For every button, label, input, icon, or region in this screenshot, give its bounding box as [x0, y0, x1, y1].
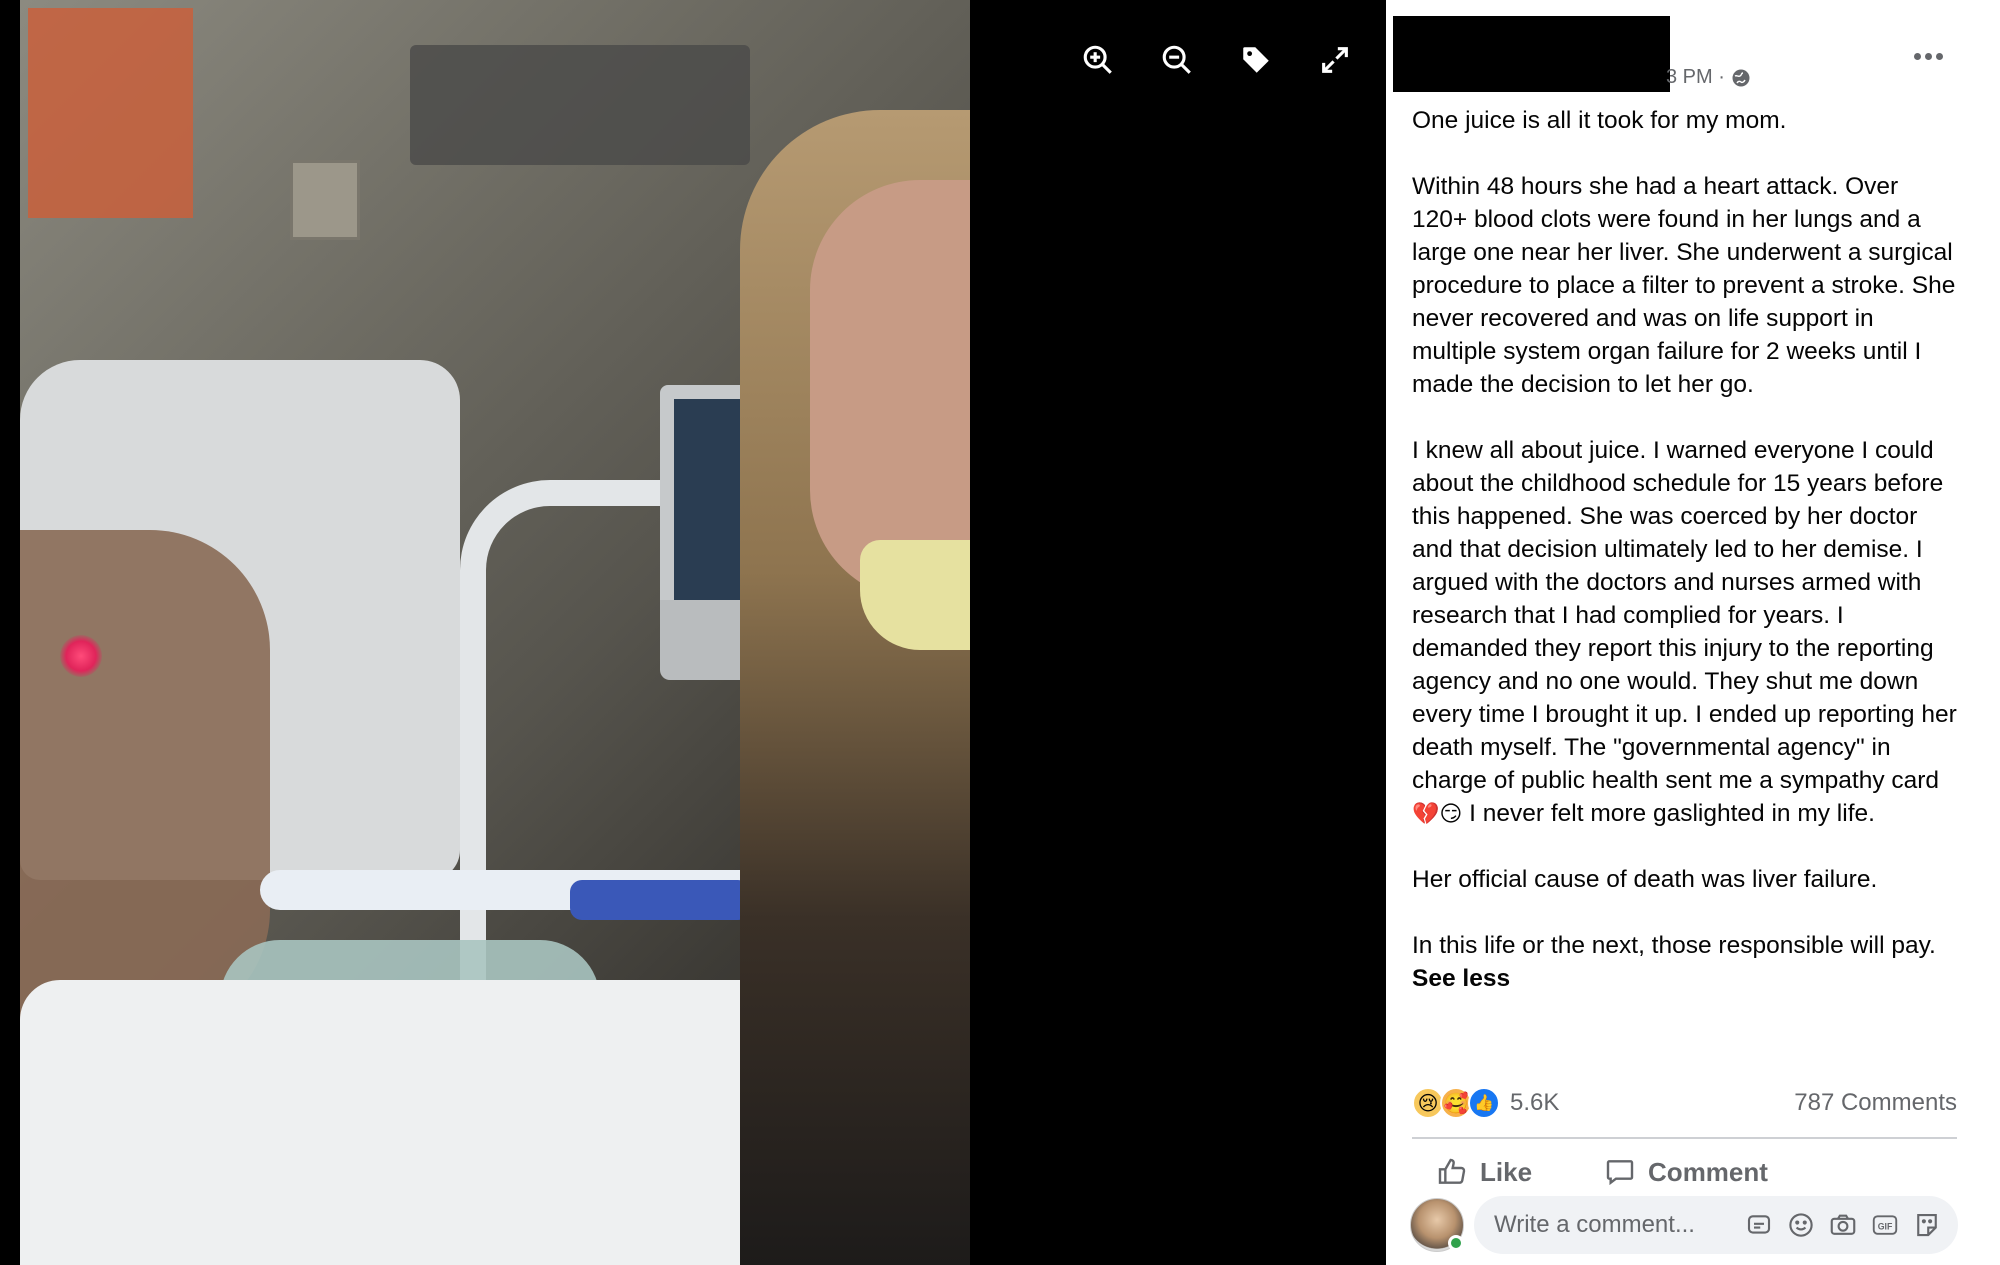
comment-input[interactable]: Write a comment... GIF: [1474, 1196, 1958, 1254]
post-paragraph: One juice is all it took for my mom.: [1412, 107, 1787, 134]
photo-woman-face: [810, 180, 970, 600]
post-paragraph-text: In this life or the next, those responsi…: [1412, 932, 1936, 959]
post-paragraph: I knew all about juice. I warned everyon…: [1412, 434, 1958, 830]
fullscreen-icon[interactable]: [1315, 40, 1355, 80]
tag-icon[interactable]: [1236, 40, 1276, 80]
photo-patient: [20, 530, 270, 1030]
comment-label: Comment: [1648, 1156, 1768, 1187]
like-button[interactable]: Like: [1436, 1156, 1532, 1188]
zoom-out-icon[interactable]: [1157, 40, 1197, 80]
more-dot: [1913, 52, 1921, 60]
camera-icon[interactable]: [1828, 1210, 1858, 1240]
like-label: Like: [1480, 1156, 1533, 1187]
post-paragraph-text: I knew all about juice. I warned everyon…: [1412, 437, 1957, 794]
more-options-button[interactable]: [1906, 40, 1950, 72]
more-dot: [1924, 52, 1932, 60]
post-actions: Like Comment: [1412, 1150, 1957, 1194]
comment-button[interactable]: Comment: [1604, 1156, 1768, 1188]
see-less-link[interactable]: See less: [1412, 965, 1510, 992]
photo-red-light: [60, 635, 102, 677]
post-paragraph: Her official cause of death was liver fa…: [1412, 866, 1878, 893]
comment-bubble-icon: [1606, 1160, 1634, 1186]
photo-light-switch: [290, 160, 360, 240]
post-timestamp[interactable]: 3 PM ·: [1666, 66, 1751, 89]
sticker-icon[interactable]: [1744, 1210, 1774, 1240]
photo-wall-sign: [28, 8, 193, 218]
post-paragraph-text: I never felt more gaslighted in my life.: [1469, 800, 1875, 827]
gif-icon[interactable]: GIF: [1870, 1210, 1900, 1240]
zoom-in-icon[interactable]: [1078, 40, 1118, 80]
avatar[interactable]: [1410, 1198, 1464, 1252]
svg-text:GIF: GIF: [1878, 1221, 1893, 1231]
broken-heart-smirk-emoji: 💔😏: [1412, 801, 1463, 826]
photo-blue-tube: [570, 880, 750, 920]
divider: [1412, 1137, 1957, 1139]
online-status-indicator: [1448, 1235, 1464, 1251]
more-dot: [1935, 52, 1943, 60]
like-reaction-icon: 👍: [1468, 1087, 1500, 1119]
post-paragraph: Within 48 hours she had a heart attack. …: [1412, 173, 1956, 398]
reactions-summary: 😢 🥰 👍 5.6K 787 Comments: [1412, 1085, 1957, 1121]
post-text: One juice is all it took for my mom. Wit…: [1412, 104, 1958, 1028]
comment-placeholder: Write a comment...: [1494, 1211, 1695, 1238]
photo-viewer: [0, 0, 1386, 1265]
reaction-icons[interactable]: 😢 🥰 👍 5.6K: [1412, 1087, 1559, 1119]
photo-bedsheet: [20, 980, 820, 1265]
redacted-author-block: [1393, 16, 1670, 92]
globe-icon: [1732, 69, 1750, 86]
thumbs-up-icon: [1438, 1158, 1466, 1184]
avatar-sticker-icon[interactable]: [1912, 1210, 1942, 1240]
comments-count[interactable]: 787 Comments: [1794, 1089, 1957, 1117]
post-paragraph: In this life or the next, those responsi…: [1412, 929, 1958, 995]
photo-wall-rail: [410, 45, 750, 165]
post-time-text: 3 PM ·: [1666, 66, 1725, 88]
comment-composer: Write a comment... GIF: [1410, 1196, 1958, 1254]
comment-tools: GIF: [1744, 1210, 1942, 1240]
reaction-count[interactable]: 5.6K: [1510, 1089, 1559, 1117]
post-photo[interactable]: [20, 0, 970, 1265]
emoji-icon[interactable]: [1786, 1210, 1816, 1240]
